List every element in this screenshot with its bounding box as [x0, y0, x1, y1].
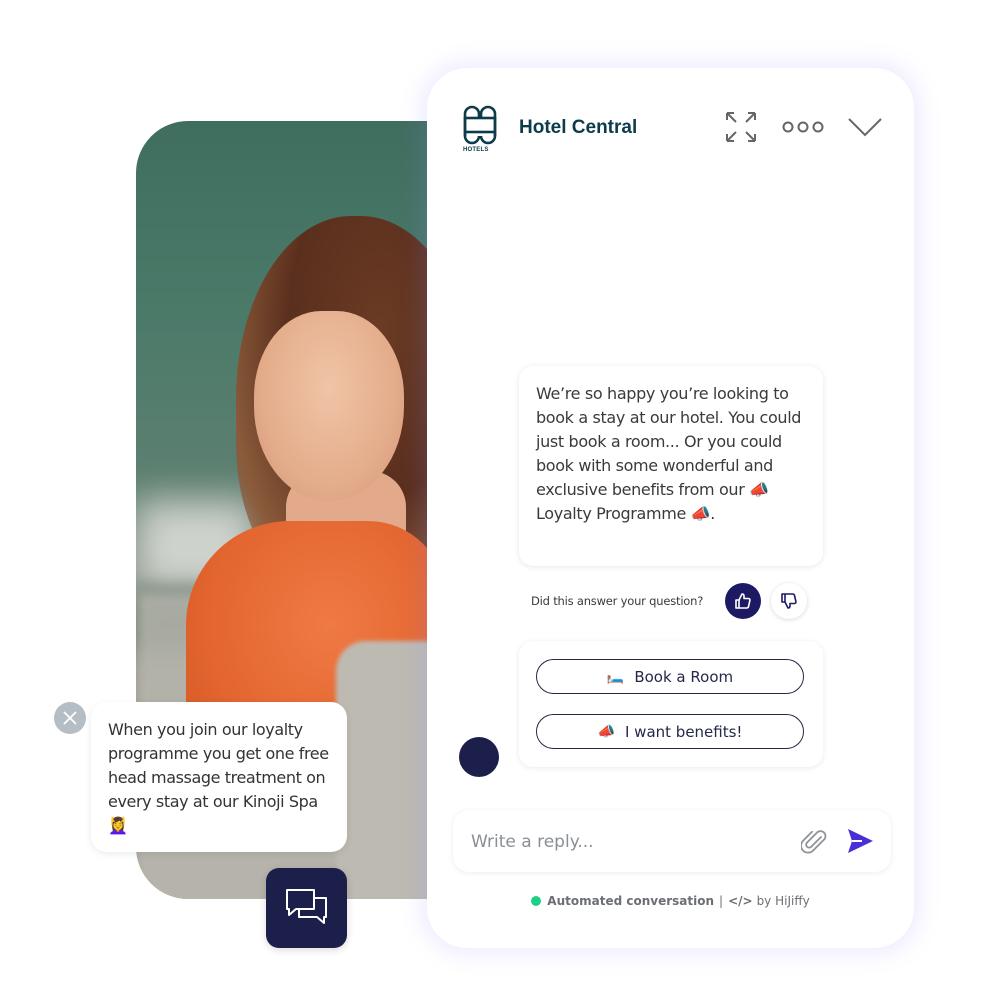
reply-input[interactable]: [469, 826, 783, 858]
quick-replies: 🛏️ Book a Room 📣 I want benefits!: [519, 641, 823, 767]
logo-caption: HOTELS: [463, 147, 489, 153]
send-icon: [848, 829, 873, 853]
quick-reply-benefits[interactable]: 📣 I want benefits!: [536, 714, 804, 749]
chat-bubbles-icon: [285, 889, 327, 924]
photo-cushion: [336, 641, 436, 899]
bed-icon: 🛏️: [606, 668, 625, 685]
collapse-button[interactable]: [847, 110, 883, 144]
close-promo-button[interactable]: [54, 702, 86, 734]
thumbs-up-icon: [735, 593, 751, 609]
thumbs-up-button[interactable]: [725, 583, 761, 619]
quick-reply-book-room[interactable]: 🛏️ Book a Room: [536, 659, 804, 694]
chevron-down-icon: [848, 118, 882, 137]
more-options-button[interactable]: [782, 110, 824, 144]
photo-face: [254, 311, 404, 501]
code-icon: </>: [728, 894, 753, 908]
send-button[interactable]: [845, 826, 875, 856]
feedback-question: Did this answer your question?: [531, 594, 704, 608]
widget-footer: Automated conversation | </> by HiJiffy: [427, 894, 914, 908]
thumbs-down-button[interactable]: [771, 583, 807, 619]
expand-button[interactable]: [724, 110, 758, 144]
expand-icon: [726, 112, 756, 142]
close-icon: [63, 711, 77, 725]
chat-header: HOTELS Hotel Central: [427, 68, 914, 188]
chat-launcher-button[interactable]: [266, 868, 347, 948]
bot-message-text: We’re so happy you’re looking to book a …: [536, 384, 802, 523]
attach-button[interactable]: [800, 828, 827, 856]
status-dot-icon: [531, 896, 542, 906]
quick-reply-label: Book a Room: [634, 667, 734, 686]
conversation-status: Automated conversation: [547, 894, 715, 908]
more-options-icon: [782, 121, 824, 133]
message-composer: [453, 810, 891, 872]
promo-message-text: When you join our loyalty programme you …: [108, 720, 329, 835]
brand-name: Hotel Central: [519, 117, 638, 138]
bot-message: We’re so happy you’re looking to book a …: [519, 366, 823, 566]
answer-feedback: Did this answer your question?: [531, 583, 831, 619]
quick-reply-label: I want benefits!: [624, 722, 743, 741]
bot-avatar: [459, 737, 499, 777]
promo-message[interactable]: When you join our loyalty programme you …: [91, 702, 347, 852]
thumbs-down-icon: [781, 593, 797, 609]
paperclip-icon: [800, 830, 827, 854]
chat-widget: HOTELS Hotel Central We’re so happy you’: [427, 68, 914, 948]
megaphone-icon: 📣: [597, 723, 615, 740]
footer-separator: |: [719, 894, 724, 908]
powered-by-link[interactable]: by HiJiffy: [757, 894, 810, 908]
